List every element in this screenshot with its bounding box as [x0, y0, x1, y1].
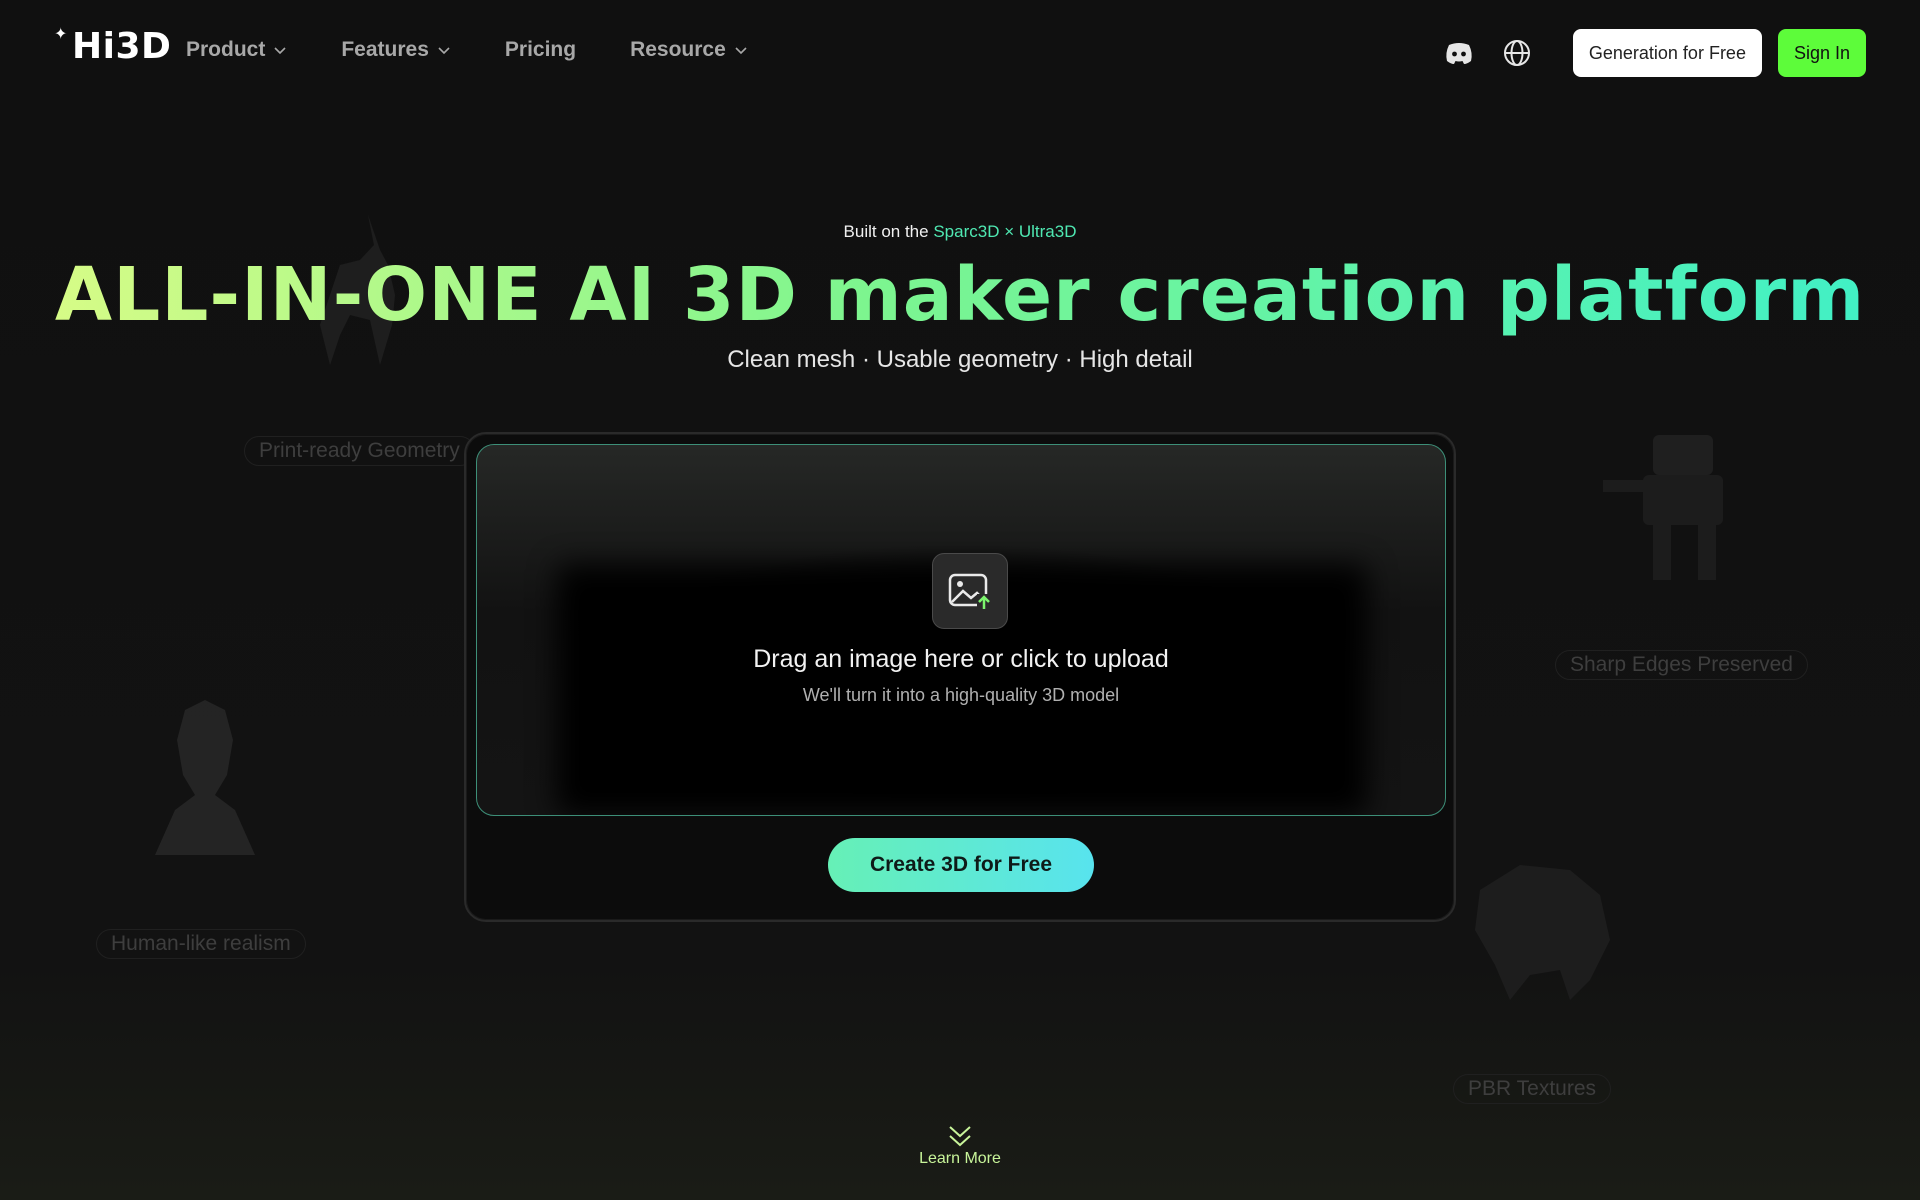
nav-features[interactable]: Features	[341, 38, 451, 62]
built-on-highlight: Sparc3D × Ultra3D	[933, 222, 1077, 241]
sign-in-button[interactable]: Sign In	[1777, 29, 1866, 77]
beast-model-thumbnail	[1475, 865, 1610, 1000]
discord-icon[interactable]	[1442, 36, 1476, 70]
built-on-label: Built on the Sparc3D × Ultra3D	[843, 222, 1077, 241]
create-3d-button[interactable]: Create 3D for Free	[828, 838, 1094, 892]
generation-free-button[interactable]: Generation for Free	[1572, 29, 1762, 77]
hero-subline: Clean mesh · Usable geometry · High deta…	[727, 346, 1193, 373]
site-header: ✦ Hi3D Product Features Pricing Resource	[0, 0, 1920, 106]
chevron-down-icon	[438, 47, 450, 55]
nav-resource[interactable]: Resource	[630, 38, 748, 62]
chevron-down-icon	[735, 47, 747, 55]
mech-robot-model-thumbnail	[1603, 435, 1723, 580]
tag-print-ready: Print-ready Geometry	[244, 436, 475, 466]
creature-bust-model-thumbnail	[155, 700, 255, 855]
upload-card: Drag an image here or click to upload We…	[464, 432, 1456, 922]
hero-headline: ALL-IN-ONE AI 3D maker creation platform	[0, 252, 1920, 338]
nav-product[interactable]: Product	[186, 38, 287, 62]
hi3d-logo[interactable]: ✦ Hi3D	[54, 24, 171, 67]
main-nav: Product Features Pricing Resource	[186, 38, 802, 62]
header-actions: Generation for Free Sign In	[1442, 29, 1866, 77]
nav-pricing[interactable]: Pricing	[505, 38, 576, 62]
learn-more-link[interactable]: Learn More	[0, 1124, 1920, 1168]
tag-sharp-edges: Sharp Edges Preserved	[1555, 650, 1808, 680]
upload-subtitle: We'll turn it into a high-quality 3D mod…	[802, 685, 1120, 705]
tag-human-like: Human-like realism	[96, 929, 306, 959]
tag-pbr: PBR Textures	[1453, 1074, 1611, 1104]
chevron-down-icon	[274, 47, 286, 55]
double-chevron-down-icon	[949, 1126, 971, 1147]
globe-icon[interactable]	[1500, 36, 1534, 70]
upload-title: Drag an image here or click to upload	[753, 645, 1169, 673]
image-upload-icon	[932, 553, 1008, 629]
sparkle-icon: ✦	[54, 24, 68, 43]
image-dropzone[interactable]: Drag an image here or click to upload We…	[476, 444, 1446, 816]
